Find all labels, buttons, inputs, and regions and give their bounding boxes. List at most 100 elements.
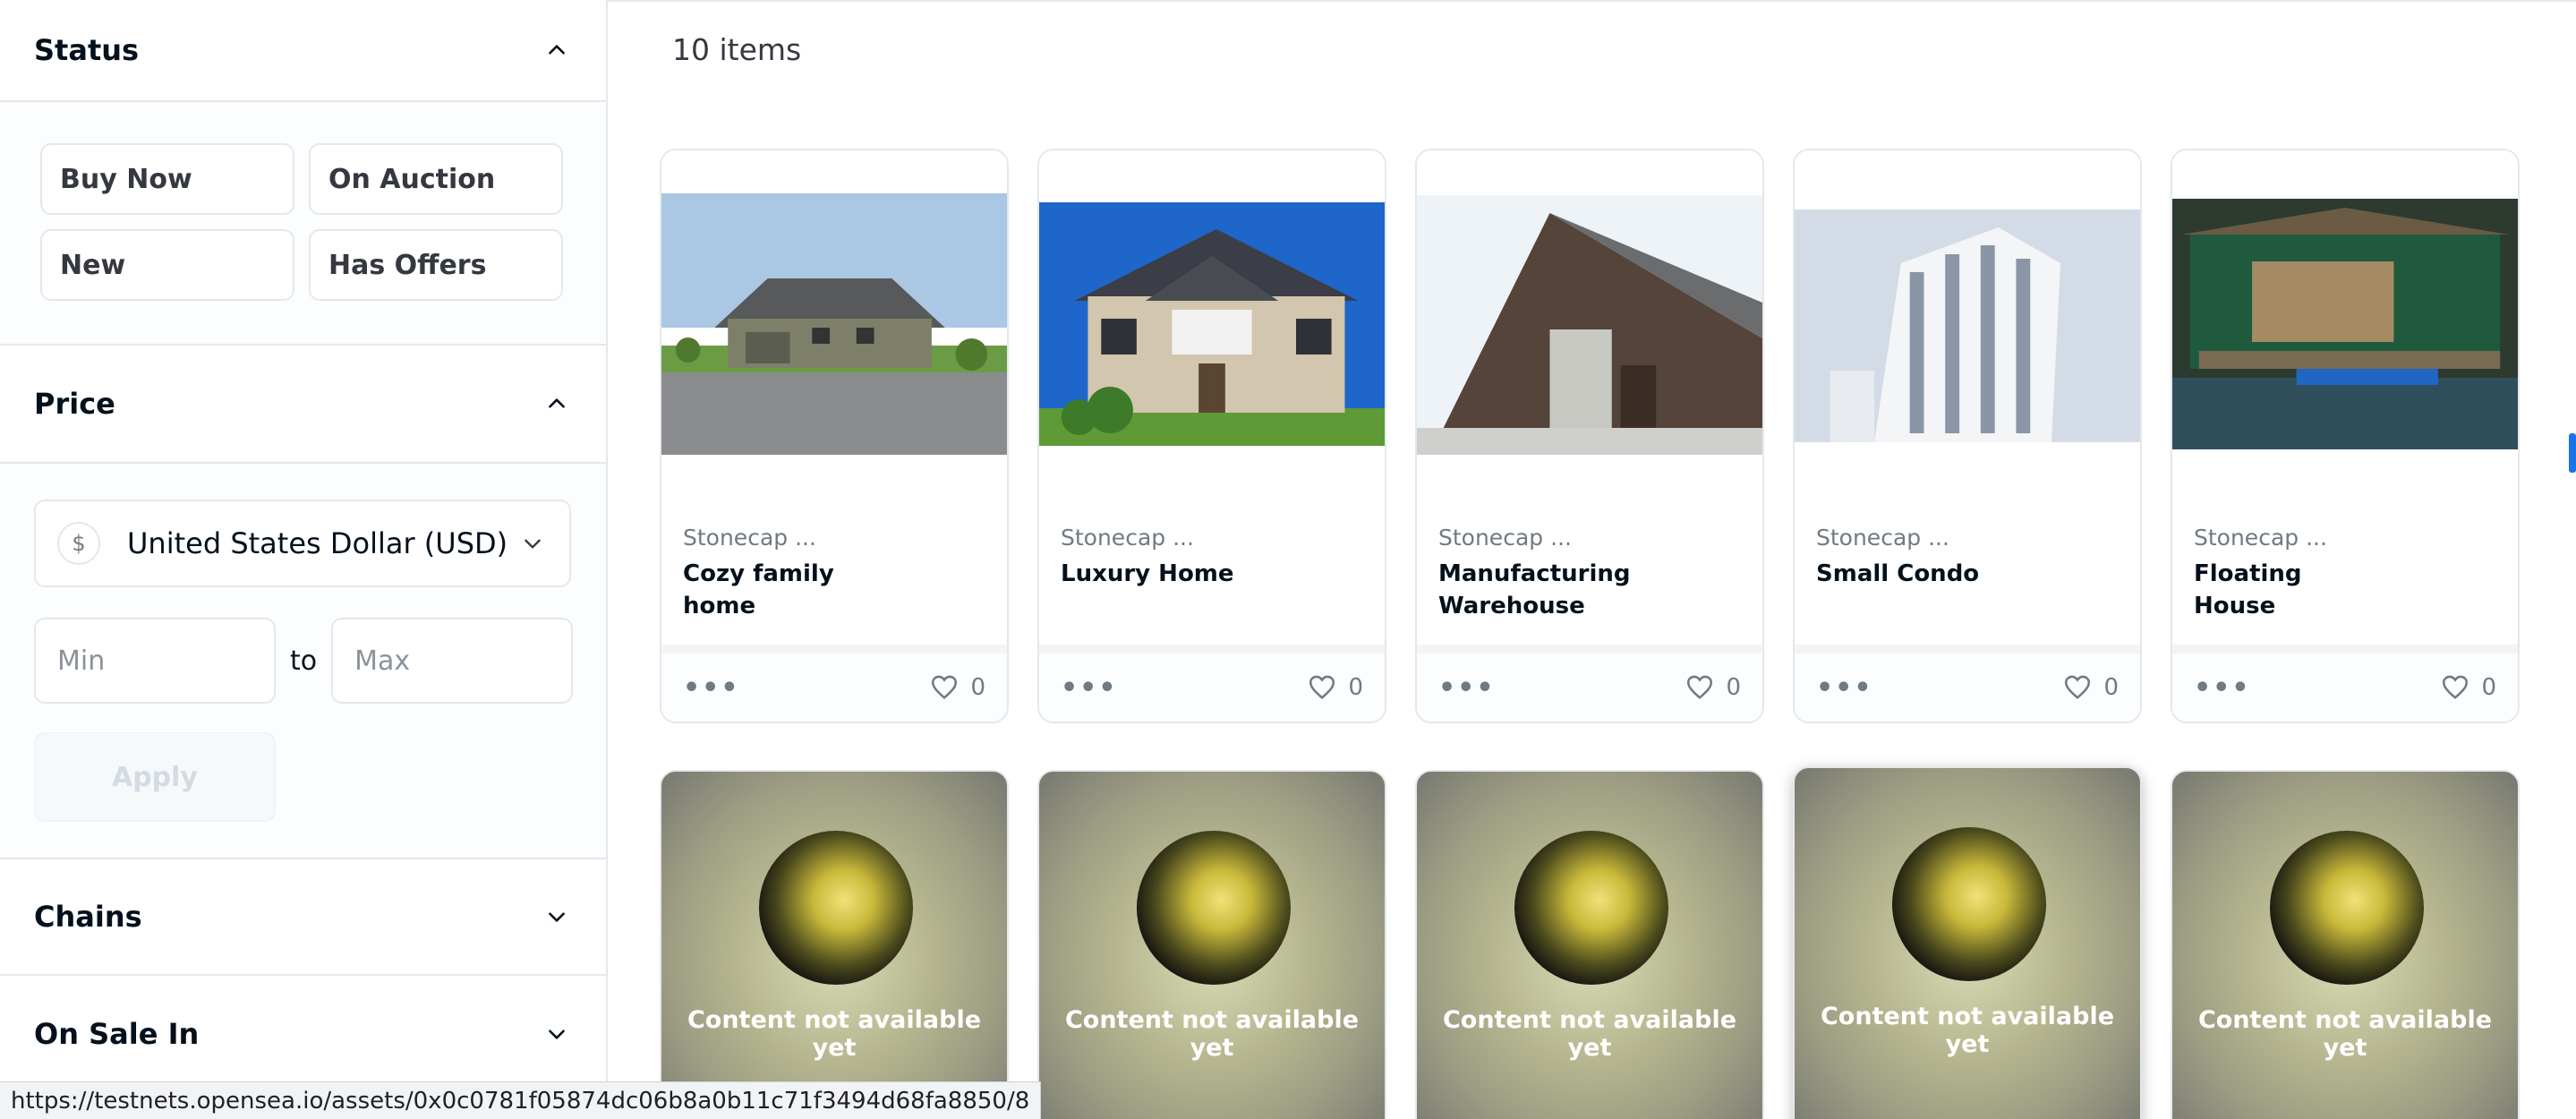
chevron-down-icon [517, 528, 548, 559]
asset-meta: Stonecap ... Manufacturing Warehouse [1438, 525, 1743, 622]
currency-select[interactable]: $ United States Dollar (USD) [34, 500, 571, 587]
arowana-fish-image [1514, 831, 1668, 985]
asset-name[interactable]: Cozy family home [683, 558, 862, 622]
asset-meta: Stonecap ... Floating House [2194, 525, 2498, 622]
more-options-icon[interactable]: ••• [2194, 672, 2251, 704]
apply-button[interactable]: Apply [34, 732, 276, 822]
more-options-icon[interactable]: ••• [1816, 672, 1873, 704]
on-sale-in-section-title: On Sale In [34, 1017, 200, 1051]
heart-icon [2443, 675, 2469, 700]
heart-icon [932, 675, 958, 700]
asset-card-placeholder[interactable]: Content not available yet [1037, 770, 1386, 1119]
more-options-icon[interactable]: ••• [1061, 672, 1118, 704]
collection-name[interactable]: Stonecap ... [1438, 525, 1743, 551]
scrollbar-thumb[interactable] [2569, 433, 2576, 473]
like-button[interactable]: 0 [1307, 672, 1363, 703]
card-footer: ••• 0 [2172, 645, 2518, 722]
house-photo [1039, 202, 1385, 446]
arowana-fish-image [1137, 831, 1291, 985]
like-button[interactable]: 0 [2440, 672, 2496, 703]
more-options-icon[interactable]: ••• [1438, 672, 1496, 704]
house-photo [661, 193, 1007, 455]
like-button[interactable]: 0 [1685, 672, 1741, 703]
filter-sidebar: Status Buy Now On Auction New Has Offers… [0, 0, 608, 1119]
like-button[interactable]: 0 [929, 672, 985, 703]
like-count: 0 [1348, 674, 1363, 701]
asset-name[interactable]: Floating House [2194, 558, 2373, 622]
chevron-down-icon[interactable] [542, 1019, 572, 1049]
asset-image[interactable] [1795, 150, 2140, 508]
content-unavailable-message: Content not available yet [1442, 1006, 1737, 1062]
asset-image[interactable] [2172, 150, 2518, 508]
asset-card-placeholder[interactable]: Content not available yet [1415, 770, 1764, 1119]
card-footer: ••• 0 [661, 645, 1007, 722]
card-footer: ••• 0 [1795, 645, 2140, 722]
heart-icon [1309, 675, 1335, 700]
status-buttons: Buy Now On Auction New Has Offers [40, 143, 563, 301]
has-offers-button[interactable]: Has Offers [309, 229, 563, 301]
like-count: 0 [2103, 674, 2119, 701]
collection-name[interactable]: Stonecap ... [1816, 525, 2120, 551]
price-section-title: Price [34, 387, 115, 421]
price-section-header[interactable]: Price [0, 346, 606, 464]
asset-card[interactable]: Stonecap ... Small Condo ••• 0 [1793, 149, 2142, 723]
asset-card[interactable]: Stonecap ... Floating House ••• 0 [2171, 149, 2520, 723]
asset-meta: Stonecap ... Small Condo [1816, 525, 2120, 590]
collection-name[interactable]: Stonecap ... [683, 525, 987, 551]
like-count: 0 [2481, 674, 2496, 701]
buy-now-button[interactable]: Buy Now [40, 143, 294, 215]
arowana-fish-image [2270, 831, 2424, 985]
like-count: 0 [970, 674, 985, 701]
content-unavailable-message: Content not available yet [687, 1006, 982, 1062]
dollar-icon: $ [57, 522, 100, 565]
content-unavailable-message: Content not available yet [1064, 1006, 1360, 1062]
to-label: to [290, 645, 318, 677]
asset-card-placeholder[interactable]: Content not available yet [2171, 770, 2520, 1119]
page-root: Status Buy Now On Auction New Has Offers… [0, 0, 2576, 1119]
asset-card[interactable]: Stonecap ... Luxury Home ••• 0 [1037, 149, 1386, 723]
arowana-fish-image [1892, 827, 2046, 981]
asset-meta: Stonecap ... Luxury Home [1061, 525, 1365, 590]
warehouse-photo [1417, 195, 1762, 455]
chevron-up-icon[interactable] [542, 35, 572, 65]
asset-card-placeholder[interactable]: Content not available yet [1793, 766, 2142, 1119]
on-auction-button[interactable]: On Auction [309, 143, 563, 215]
card-footer: ••• 0 [1039, 645, 1385, 722]
chevron-down-icon[interactable] [542, 901, 572, 932]
asset-image[interactable] [1039, 150, 1385, 508]
like-count: 0 [1726, 674, 1741, 701]
card-footer: ••• 0 [1417, 645, 1762, 722]
chains-section-header[interactable]: Chains [0, 859, 606, 976]
more-options-icon[interactable]: ••• [683, 672, 740, 704]
currency-label: United States Dollar (USD) [127, 526, 508, 560]
price-range: to [34, 618, 574, 704]
condo-photo [1795, 209, 2140, 442]
on-sale-in-section-header[interactable]: On Sale In [0, 976, 606, 1092]
asset-image[interactable] [1417, 150, 1762, 508]
collection-name[interactable]: Stonecap ... [1061, 525, 1365, 551]
asset-image[interactable] [661, 150, 1007, 508]
chevron-up-icon[interactable] [542, 389, 572, 419]
divider [608, 0, 2576, 2]
asset-name[interactable]: Manufacturing Warehouse [1438, 558, 1631, 622]
collection-name[interactable]: Stonecap ... [2194, 525, 2498, 551]
arowana-fish-image [759, 831, 913, 985]
asset-card-placeholder[interactable]: Content not available yet [660, 770, 1009, 1119]
content-unavailable-message: Content not available yet [2197, 1006, 2493, 1062]
max-price-input[interactable] [331, 618, 574, 704]
asset-card[interactable]: Stonecap ... Manufacturing Warehouse •••… [1415, 149, 1764, 723]
browser-status-url: https://testnets.opensea.io/assets/0x0c0… [0, 1081, 1042, 1119]
houseboat-photo [2172, 199, 2518, 449]
status-section-title: Status [34, 33, 140, 67]
new-button[interactable]: New [40, 229, 294, 301]
min-price-input[interactable] [34, 618, 276, 704]
asset-card[interactable]: Stonecap ... Cozy family home ••• 0 [660, 149, 1009, 723]
like-button[interactable]: 0 [2062, 672, 2119, 703]
asset-name[interactable]: Luxury Home [1061, 558, 1240, 590]
content-unavailable-message: Content not available yet [1820, 1003, 2115, 1058]
asset-name[interactable]: Small Condo [1816, 558, 1995, 590]
status-section-header[interactable]: Status [0, 0, 606, 102]
chains-section-title: Chains [34, 900, 142, 934]
items-grid-area: 10 items Stonecap ... Cozy family home •… [608, 0, 2576, 1119]
heart-icon [1687, 675, 1713, 700]
